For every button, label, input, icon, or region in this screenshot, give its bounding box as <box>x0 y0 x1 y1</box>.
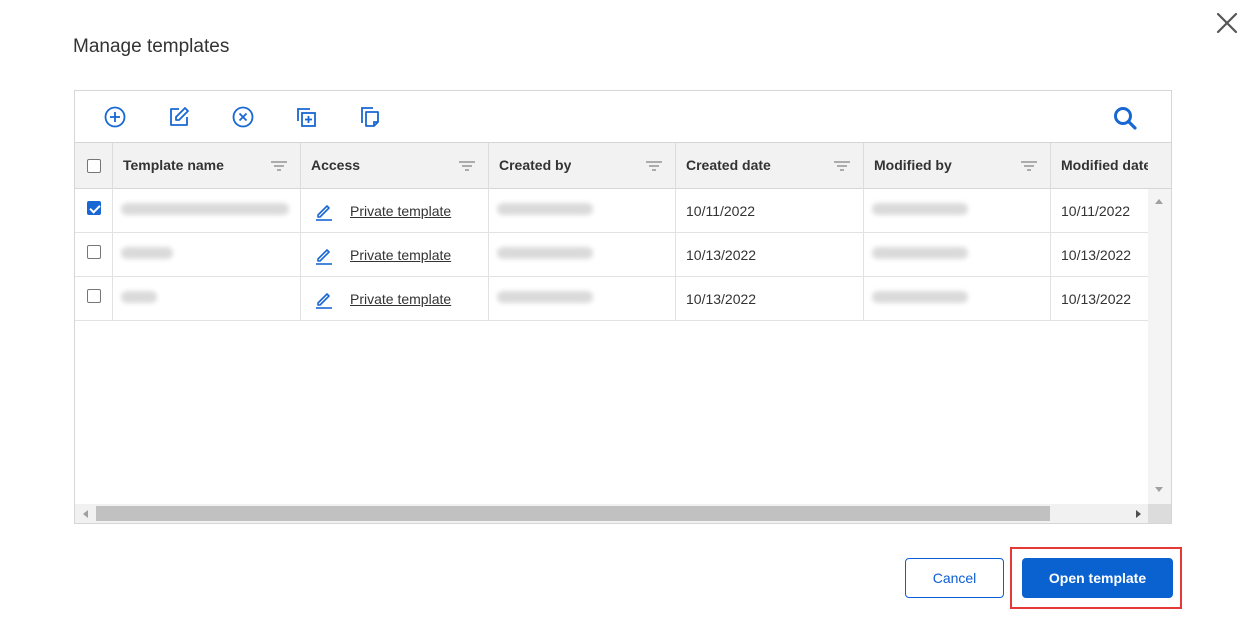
dialog-title: Manage templates <box>73 36 230 57</box>
redacted-text <box>497 247 593 259</box>
edit-icon <box>170 107 189 126</box>
modified-date-cell: 10/13/2022 <box>1051 233 1148 277</box>
scroll-left-arrow-icon[interactable] <box>83 510 88 518</box>
redacted-text <box>121 247 173 259</box>
access-cell: Private template <box>301 233 489 277</box>
redacted-text <box>121 203 289 215</box>
copy-template-button[interactable] <box>357 104 383 130</box>
filter-icon[interactable] <box>270 160 288 172</box>
access-link[interactable]: Private template <box>350 247 451 263</box>
modified-date: 10/13/2022 <box>1061 291 1132 307</box>
column-header-created-date[interactable]: Created date <box>676 143 864 189</box>
created-date-cell: 10/13/2022 <box>676 233 864 277</box>
created-date: 10/13/2022 <box>686 291 757 307</box>
table-row[interactable]: Private template 10/11/2022 10/11/2022 <box>75 189 1148 233</box>
created-by-cell <box>489 277 676 321</box>
filter-icon[interactable] <box>645 160 663 172</box>
template-name-cell <box>113 277 301 321</box>
header-select-all <box>75 143 113 189</box>
scroll-down-arrow-icon[interactable] <box>1155 487 1163 492</box>
pencil-icon[interactable] <box>314 245 334 265</box>
filter-icon[interactable] <box>458 160 476 172</box>
table-header: Template name Access Created by Created … <box>75 143 1148 189</box>
delete-icon <box>232 106 254 128</box>
column-label: Access <box>311 157 361 173</box>
search-icon[interactable] <box>1112 105 1138 131</box>
pencil-icon[interactable] <box>314 289 334 309</box>
horizontal-scrollbar[interactable] <box>75 504 1148 523</box>
modified-date-cell: 10/13/2022 <box>1051 277 1148 321</box>
access-link[interactable]: Private template <box>350 203 451 219</box>
column-label: Created by <box>499 157 572 173</box>
header-corner <box>1148 143 1171 189</box>
created-date: 10/13/2022 <box>686 247 757 263</box>
close-icon[interactable] <box>1212 8 1242 38</box>
created-by-cell <box>489 233 676 277</box>
horizontal-scroll-thumb[interactable] <box>96 506 1050 521</box>
created-date-cell: 10/13/2022 <box>676 277 864 321</box>
modified-date: 10/11/2022 <box>1061 203 1131 219</box>
modified-by-cell <box>864 277 1051 321</box>
scrollbar-corner <box>1148 504 1171 523</box>
pencil-icon[interactable] <box>314 201 334 221</box>
modified-by-cell <box>864 189 1051 233</box>
modified-date: 10/13/2022 <box>1061 247 1132 263</box>
row-select-cell <box>75 277 113 321</box>
grid-toolbar <box>75 91 1171 143</box>
created-date: 10/11/2022 <box>686 203 756 219</box>
template-name-cell <box>113 189 301 233</box>
scroll-right-arrow-icon[interactable] <box>1136 510 1141 518</box>
redacted-text <box>497 291 593 303</box>
copy-icon <box>361 107 379 127</box>
column-header-access[interactable]: Access <box>301 143 489 189</box>
created-date-cell: 10/11/2022 <box>676 189 864 233</box>
delete-template-button[interactable] <box>230 104 256 130</box>
column-header-modified-by[interactable]: Modified by <box>864 143 1051 189</box>
column-label: Template name <box>123 157 224 173</box>
select-all-checkbox[interactable] <box>87 159 101 173</box>
column-label: Modified date <box>1061 157 1148 173</box>
add-template-button[interactable] <box>102 104 128 130</box>
vertical-scrollbar[interactable] <box>1148 189 1171 504</box>
cancel-button[interactable]: Cancel <box>905 558 1004 598</box>
row-checkbox[interactable] <box>87 201 101 215</box>
column-label: Modified by <box>874 157 952 173</box>
redacted-text <box>872 203 968 215</box>
row-checkbox[interactable] <box>87 245 101 259</box>
templates-grid: Template name Access Created by Created … <box>74 90 1172 524</box>
column-label: Created date <box>686 157 771 173</box>
add-icon <box>104 106 126 128</box>
template-name-cell <box>113 233 301 277</box>
row-checkbox[interactable] <box>87 289 101 303</box>
modified-date-cell: 10/11/2022 <box>1051 189 1148 233</box>
table-row[interactable]: Private template 10/13/2022 10/13/2022 <box>75 277 1148 321</box>
edit-template-button[interactable] <box>166 104 192 130</box>
access-link[interactable]: Private template <box>350 291 451 307</box>
column-header-modified-date[interactable]: Modified date <box>1051 143 1148 189</box>
redacted-text <box>121 291 157 303</box>
redacted-text <box>872 247 968 259</box>
column-header-created-by[interactable]: Created by <box>489 143 676 189</box>
filter-icon[interactable] <box>833 160 851 172</box>
row-select-cell <box>75 233 113 277</box>
redacted-text <box>872 291 968 303</box>
access-cell: Private template <box>301 277 489 321</box>
access-cell: Private template <box>301 189 489 233</box>
scroll-up-arrow-icon[interactable] <box>1155 199 1163 204</box>
column-header-template-name[interactable]: Template name <box>113 143 301 189</box>
open-template-button[interactable]: Open template <box>1022 558 1173 598</box>
duplicate-icon <box>297 108 316 127</box>
created-by-cell <box>489 189 676 233</box>
table-row[interactable]: Private template 10/13/2022 10/13/2022 <box>75 233 1148 277</box>
duplicate-template-button[interactable] <box>293 104 319 130</box>
redacted-text <box>497 203 593 215</box>
row-select-cell <box>75 189 113 233</box>
filter-icon[interactable] <box>1020 160 1038 172</box>
modified-by-cell <box>864 233 1051 277</box>
